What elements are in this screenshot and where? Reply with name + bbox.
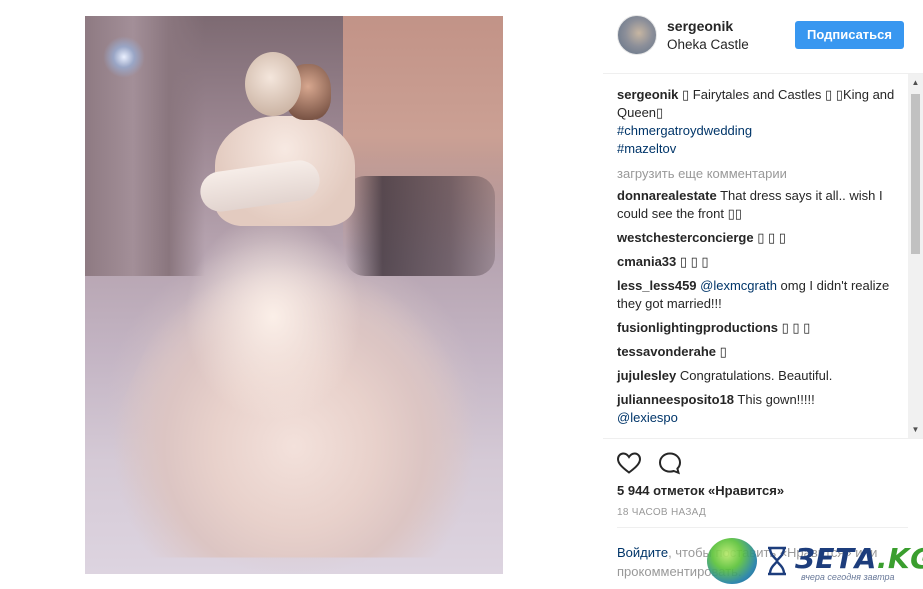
comment-item: jujulesley Congratulations. Beautiful. (617, 367, 909, 385)
post-location[interactable]: Oheka Castle (667, 37, 749, 52)
comment-mention[interactable]: @lexmcgrath (697, 278, 777, 293)
hashtag-link[interactable]: #chmergatroydwedding (617, 123, 752, 138)
comment-username[interactable]: fusionlightingproductions (617, 320, 778, 335)
likes-count[interactable]: 5 944 отметок «Нравится» (617, 483, 784, 498)
comment-icon[interactable] (657, 451, 683, 475)
comment-text: ▯ ▯ ▯ (753, 230, 786, 245)
caption-username[interactable]: sergeonik (617, 87, 678, 102)
post-time: 18 ЧАСОВ НАЗАД (617, 507, 707, 518)
comment-item: cmania33 ▯ ▯ ▯ (617, 253, 909, 271)
follow-button[interactable]: Подписаться (795, 21, 904, 49)
hourglass-icon (768, 546, 786, 576)
heart-icon[interactable] (616, 451, 642, 475)
hashtag-link[interactable]: #mazeltov (617, 141, 676, 156)
photo-stage-light (103, 36, 145, 78)
comment-username[interactable]: westchesterconcierge (617, 230, 754, 245)
login-link[interactable]: Войдите (617, 545, 668, 560)
comment-item: westchesterconcierge ▯ ▯ ▯ (617, 229, 909, 247)
scroll-down-icon[interactable]: ▼ (908, 421, 923, 438)
watermark-brand-name: ЗЕТА (795, 542, 877, 575)
avatar[interactable] (617, 15, 657, 55)
caption: sergeonik ▯ Fairytales and Castles ▯ ▯Ki… (617, 86, 909, 158)
scroll-up-icon[interactable]: ▲ (908, 74, 923, 91)
photo-bride (245, 52, 301, 116)
post-photo[interactable] (85, 16, 503, 574)
comment-username[interactable]: donnarealestate (617, 188, 717, 203)
globe-icon (707, 538, 757, 584)
comment-username[interactable]: less_less459 (617, 278, 697, 293)
post-header: sergeonik Oheka Castle Подписаться (603, 0, 923, 74)
comment-text: ▯ (716, 344, 727, 359)
comment-item: less_less459 @lexmcgrath omg I didn't re… (617, 277, 909, 313)
comment-item: fusionlightingproductions ▯ ▯ ▯ (617, 319, 909, 337)
watermark-brand: ЗЕТА.KG (795, 542, 923, 575)
comment-username[interactable]: julianneesposito18 (617, 392, 734, 407)
comments-scrollbar[interactable]: ▲ ▼ (908, 74, 923, 438)
watermark-domain: .KG (876, 542, 923, 575)
comment-text: Congratulations. Beautiful. (676, 368, 833, 383)
divider (617, 527, 908, 528)
load-more-comments[interactable]: загрузить еще комментарии (617, 166, 909, 181)
watermark-tagline: вчера сегодня завтра (801, 572, 895, 582)
comment-username[interactable]: cmania33 (617, 254, 676, 269)
comment-mention[interactable]: @lexiespo (617, 410, 678, 425)
post-panel: sergeonik Oheka Castle Подписаться serge… (603, 0, 923, 589)
comment-username[interactable]: jujulesley (617, 368, 676, 383)
comments-list: sergeonik ▯ Fairytales and Castles ▯ ▯Ki… (603, 74, 909, 438)
comment-text: This gown!!!!! (734, 392, 815, 407)
comment-text: ▯ ▯ ▯ (778, 320, 811, 335)
comment-item: donnarealestate That dress says it all..… (617, 187, 909, 223)
scroll-thumb[interactable] (911, 94, 920, 254)
comment-text: ▯ ▯ ▯ (676, 254, 709, 269)
post-username[interactable]: sergeonik (667, 18, 733, 34)
comment-username[interactable]: tessavonderahe (617, 344, 716, 359)
watermark-logo: ЗЕТА.KG вчера сегодня завтра (703, 536, 923, 586)
comment-item: julianneesposito18 This gown!!!!! @lexie… (617, 391, 909, 427)
comment-item: tessavonderahe ▯ (617, 343, 909, 361)
